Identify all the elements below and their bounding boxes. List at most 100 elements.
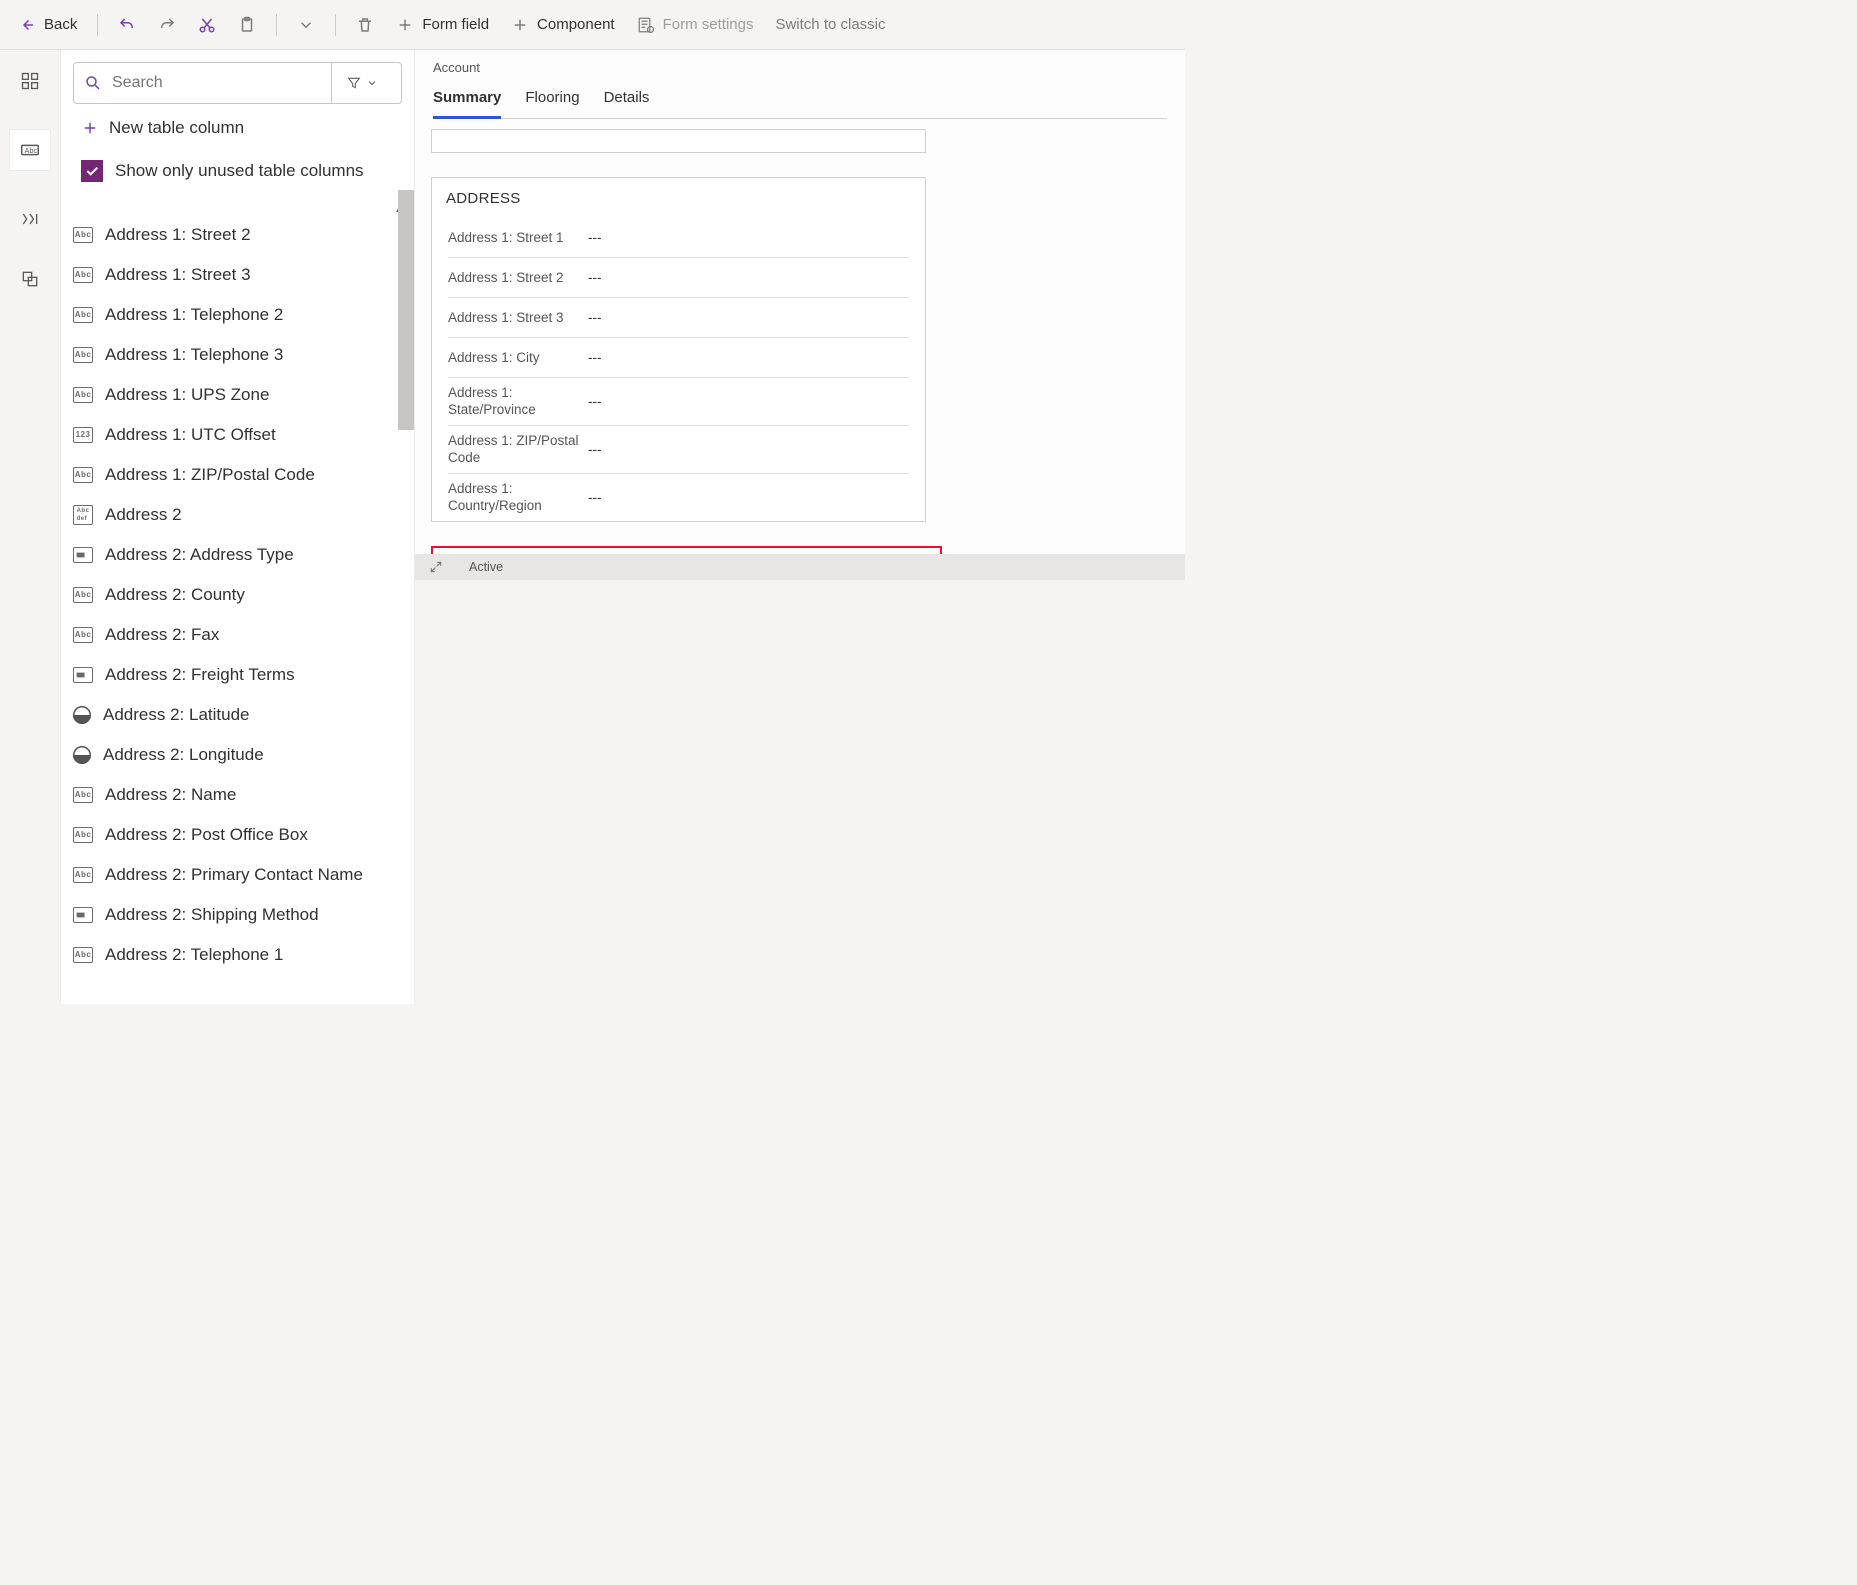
undo-icon <box>118 16 136 34</box>
paste-options-button[interactable] <box>289 7 323 43</box>
left-rail: Abc <box>0 50 60 1004</box>
column-item[interactable]: Address 2: Shipping Method <box>61 895 414 935</box>
show-unused-checkbox[interactable]: Show only unused table columns <box>73 152 402 198</box>
text-icon: Abc <box>73 347 93 363</box>
cut-icon <box>198 16 216 34</box>
column-label: Address 2: Fax <box>105 625 219 645</box>
status-label: Active <box>469 560 503 574</box>
float-icon <box>73 706 91 724</box>
column-item[interactable]: AbcAddress 1: UPS Zone <box>61 375 414 415</box>
text-icon: Abc <box>73 787 93 803</box>
form-field[interactable]: Address 1: Street 3--- <box>448 297 909 337</box>
previous-section-placeholder[interactable] <box>431 129 926 153</box>
field-value: --- <box>588 350 602 365</box>
sidebar-scrollbar[interactable] <box>398 190 414 430</box>
entity-name: Account <box>433 60 1167 75</box>
column-item[interactable]: AbcAddress 1: Telephone 2 <box>61 295 414 335</box>
field-label: Address 1: Street 2 <box>448 266 588 289</box>
svg-text:Abc: Abc <box>25 146 38 155</box>
column-label: Address 2 <box>105 505 182 525</box>
new-table-column-button[interactable]: New table column <box>73 104 402 152</box>
column-item[interactable]: Abc Address 2: Name <box>61 775 414 815</box>
undo-button[interactable] <box>110 7 144 43</box>
column-label: Address 2: Freight Terms <box>105 665 295 685</box>
column-label: Address 1: UTC Offset <box>105 425 276 445</box>
redo-button[interactable] <box>150 7 184 43</box>
field-label: Address 1: Country/Region <box>448 477 588 519</box>
column-item[interactable]: Abc Address 2: Fax <box>61 615 414 655</box>
rail-tree[interactable] <box>19 208 41 230</box>
separator <box>335 14 336 36</box>
column-item[interactable]: AbcAddress 1: Telephone 3 <box>61 335 414 375</box>
optionset-icon <box>73 907 93 923</box>
add-component-button[interactable]: Component <box>503 7 623 43</box>
field-label: Address 1: Street 3 <box>448 306 588 329</box>
form-field[interactable]: Address 1: Country/Region--- <box>448 473 909 521</box>
column-label: Address 2: Post Office Box <box>105 825 308 845</box>
rail-columns[interactable]: Abc <box>10 130 50 170</box>
form-field[interactable]: Address 1: Street 1--- <box>448 217 909 257</box>
column-item[interactable]: AbcAddress 1: Street 2 <box>61 215 414 255</box>
column-item[interactable]: AbcAddress 2: Primary Contact Name <box>61 855 414 895</box>
column-label: Address 2: Name <box>105 785 236 805</box>
column-item[interactable]: AbcdefAddress 2 <box>61 495 414 535</box>
rail-components[interactable] <box>19 70 41 92</box>
column-label: Address 2: Address Type <box>105 545 294 565</box>
column-label: Address 2: Shipping Method <box>105 905 319 925</box>
expand-icon[interactable] <box>429 560 443 574</box>
switch-classic-button[interactable]: Switch to classic <box>767 7 893 43</box>
redo-icon <box>158 16 176 34</box>
form-field[interactable]: Address 1: ZIP/Postal Code--- <box>448 425 909 473</box>
plus-icon <box>511 16 529 34</box>
search-box[interactable] <box>73 62 402 104</box>
back-button[interactable]: Back <box>10 7 85 43</box>
rail-libraries[interactable] <box>19 268 41 290</box>
tab-summary[interactable]: Summary <box>433 89 501 119</box>
float-icon <box>73 746 91 764</box>
field-value: --- <box>588 230 602 245</box>
filter-icon <box>346 75 362 91</box>
field-value: --- <box>588 490 602 505</box>
chevron-down-icon <box>297 16 315 34</box>
text-icon: Abc <box>73 627 93 643</box>
column-item[interactable]: AbcAddress 2: Telephone 1 <box>61 935 414 975</box>
text-icon: Abc <box>73 227 93 243</box>
show-unused-label: Show only unused table columns <box>115 161 364 181</box>
back-label: Back <box>44 16 77 33</box>
paste-button[interactable] <box>230 7 264 43</box>
column-item[interactable]: Abc Address 1: Street 3 <box>61 255 414 295</box>
column-item[interactable]: Address 2: Longitude <box>61 735 414 775</box>
column-item[interactable]: Address 2: Address Type <box>61 535 414 575</box>
form-settings-button[interactable]: Form settings <box>629 7 762 43</box>
form-settings-icon <box>637 16 655 34</box>
form-field[interactable]: Address 1: State/Province--- <box>448 377 909 425</box>
separator <box>97 14 98 36</box>
filter-button[interactable] <box>331 63 391 103</box>
below-canvas-space <box>415 580 1185 1005</box>
column-item[interactable]: AbcAddress 2: County <box>61 575 414 615</box>
column-item[interactable]: AbcAddress 1: ZIP/Postal Code <box>61 455 414 495</box>
search-input[interactable] <box>112 74 331 92</box>
column-item[interactable]: Address 2: Latitude <box>61 695 414 735</box>
section-address[interactable]: ADDRESS Address 1: Street 1---Address 1:… <box>431 177 926 522</box>
scroll-up-indicator[interactable]: ▲ <box>61 204 414 215</box>
form-field[interactable]: Address 1: Street 2--- <box>448 257 909 297</box>
form-field[interactable]: Address 1: City--- <box>448 337 909 377</box>
add-form-field-button[interactable]: Form field <box>388 7 497 43</box>
column-item[interactable]: Address 2: Freight Terms <box>61 655 414 695</box>
separator <box>276 14 277 36</box>
text-icon: Abc <box>73 267 93 283</box>
column-label: Address 2: County <box>105 585 245 605</box>
field-label: Address 1: ZIP/Postal Code <box>448 429 588 471</box>
column-item[interactable]: 123 Address 1: UTC Offset <box>61 415 414 455</box>
column-item[interactable]: Abc Address 2: Post Office Box <box>61 815 414 855</box>
trash-icon <box>356 16 374 34</box>
tab-details[interactable]: Details <box>604 89 650 118</box>
cut-button[interactable] <box>190 7 224 43</box>
text-icon: Abc <box>73 827 93 843</box>
number-icon: 123 <box>73 427 93 443</box>
delete-button[interactable] <box>348 7 382 43</box>
section-title: ADDRESS <box>432 178 925 217</box>
tab-flooring[interactable]: Flooring <box>525 89 579 118</box>
column-label: Address 1: Street 3 <box>105 265 251 285</box>
